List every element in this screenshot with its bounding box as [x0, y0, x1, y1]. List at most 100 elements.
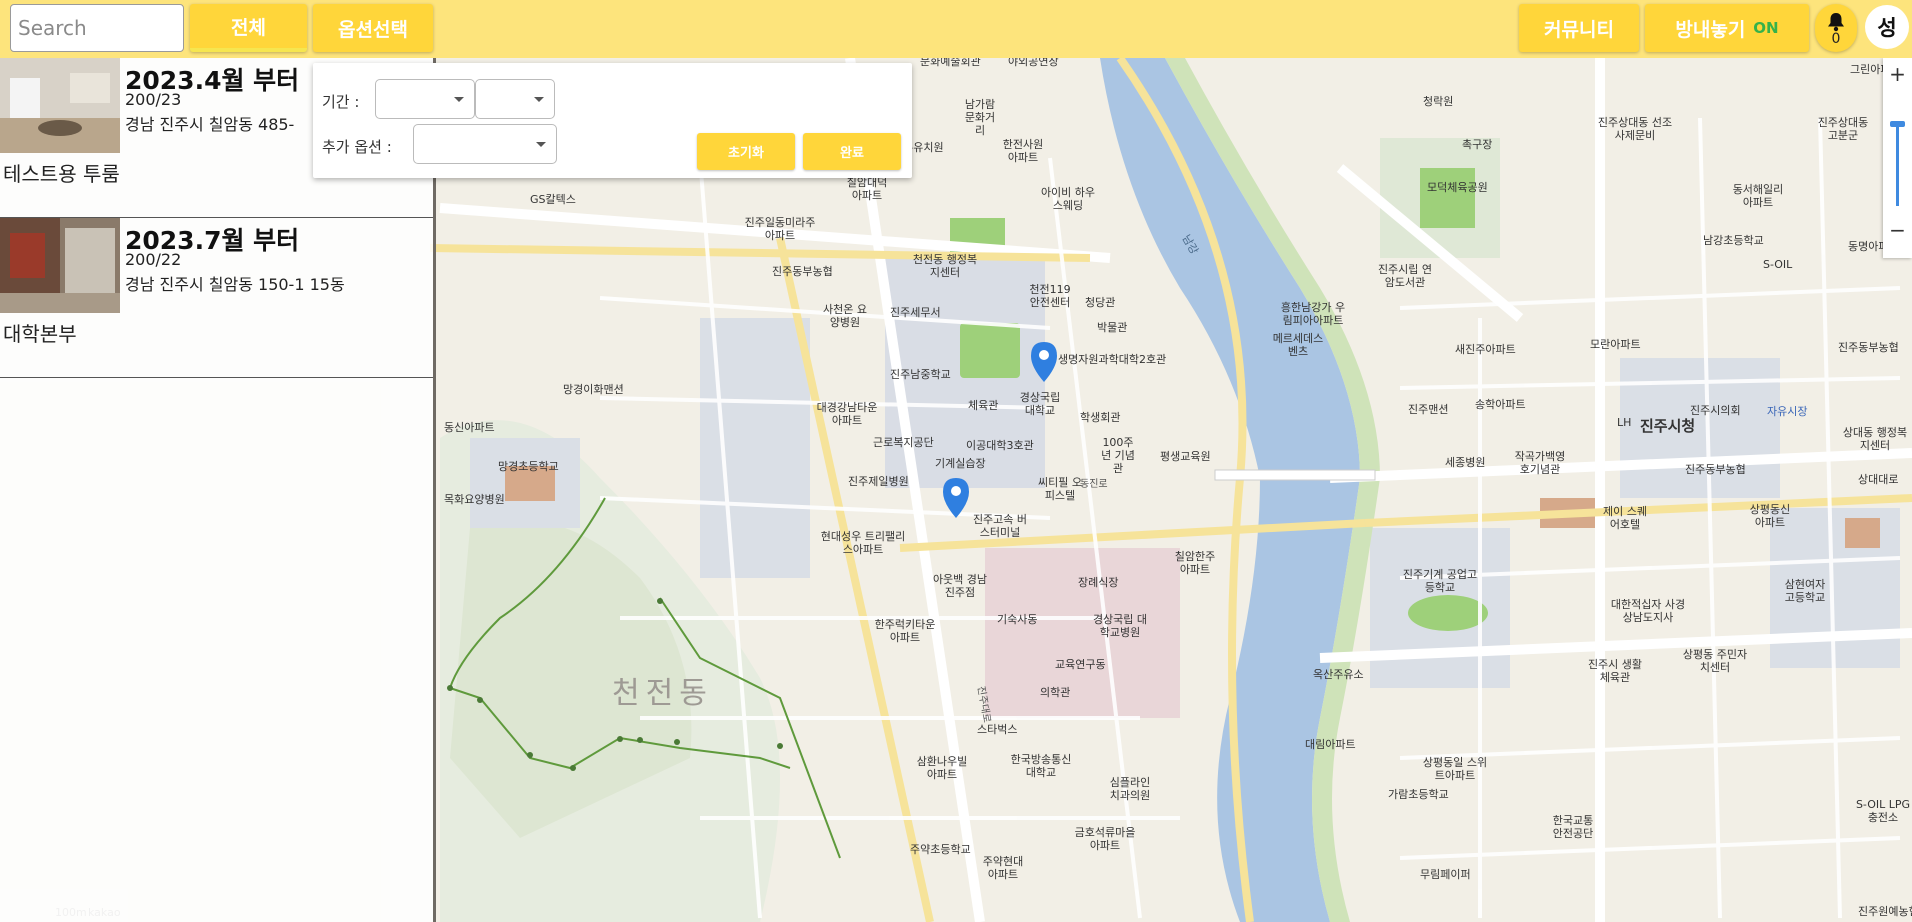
map-label: 세종병원 — [1445, 456, 1486, 469]
map-label: 진주시립 연암도서관 — [1377, 263, 1433, 289]
map-label: 기숙사동 — [997, 613, 1038, 626]
map-label: 사천온 요양병원 — [823, 303, 867, 329]
map-label: 모란아파트 — [1590, 338, 1641, 351]
map-label: GS칼텍스 — [530, 193, 576, 206]
map-label: 근로복지공단 — [873, 436, 934, 449]
map-label: 메르세데스 벤츠 — [1272, 332, 1324, 358]
map-label: 남강초등학교 — [1703, 234, 1764, 247]
map-label: 경상국립 대학교병원 — [1092, 613, 1148, 639]
listing-name: 테스트용 투룸 — [3, 162, 120, 186]
map-label: 대경강남타운 아파트 — [816, 401, 878, 427]
avatar[interactable]: 성 — [1865, 5, 1909, 49]
period-start-select[interactable] — [375, 79, 475, 119]
tab-all-label: 전체 — [231, 16, 266, 39]
listing-panel: 2023.4월 부터 200/23 경남 진주시 칠암동 485- 테스트용 투… — [0, 58, 435, 922]
map-label: 망경초등학교 — [498, 460, 559, 473]
listing-address: 경남 진주시 칠암동 485- — [125, 115, 295, 134]
map-label: 진주시 생활체육관 — [1587, 658, 1643, 684]
map-label: 진주상대동 고분군 — [1817, 116, 1869, 142]
map-label: 주약초등학교 — [910, 843, 971, 856]
map-label: 옥산주유소 — [1313, 668, 1364, 681]
chevron-down-icon — [454, 97, 464, 102]
done-button[interactable]: 완료 — [803, 133, 901, 170]
listing-item[interactable]: 2023.7월 부터 200/22 경남 진주시 칠암동 150-1 15동 대… — [0, 218, 433, 378]
map-label: 진주원예농협 — [1858, 905, 1912, 918]
map-label: 진주기계 공업고등학교 — [1402, 568, 1478, 594]
map-label: S-OIL — [1763, 258, 1793, 271]
map-label: 칠암한주 아파트 — [1174, 550, 1216, 576]
chevron-down-icon — [536, 142, 546, 147]
map-label: 모덕체육공원 — [1427, 181, 1488, 194]
map-label: 진주상대동 선조사제문비 — [1597, 116, 1673, 142]
extra-options-label: 추가 옵션 : — [322, 138, 392, 156]
map-label: 진주제일병원 — [848, 475, 909, 488]
map-label: 남가람 문화거리 — [964, 98, 996, 137]
map-label: 동서해일리 아파트 — [1732, 183, 1784, 209]
listing-photo — [0, 58, 120, 153]
map-label: 기계실습장 — [935, 457, 986, 470]
reset-button[interactable]: 초기화 — [697, 133, 795, 170]
tab-all[interactable]: 전체 — [190, 4, 307, 52]
map-label: 현대성우 트리팰리스아파트 — [820, 530, 906, 556]
community-label: 커뮤니티 — [1544, 18, 1614, 41]
map-label: 심플라인 치과의원 — [1109, 776, 1151, 802]
search-input[interactable] — [10, 4, 184, 52]
map-label: 경상국립 대학교 — [1019, 391, 1061, 417]
map-label: 스타벅스 — [977, 723, 1018, 736]
panel-divider[interactable] — [433, 58, 436, 922]
map-label: 천전동 행정복지센터 — [912, 253, 978, 279]
map-label: 송학아파트 — [1475, 398, 1526, 411]
map-label: 100주년 기념관 — [1101, 436, 1135, 475]
map-label: 진주시의회 — [1690, 404, 1741, 417]
bell-icon — [1828, 13, 1844, 32]
district-label: 천전동 — [612, 676, 713, 711]
map-label: 천전119 안전센터 — [1029, 283, 1071, 309]
top-bar: 전체 옵션선택 커뮤니티 방내놓기 ON 0 성 — [0, 0, 1912, 58]
map-label: 야외공연장 — [1008, 58, 1059, 68]
map-label: 아이비 하우스웨딩 — [1040, 186, 1096, 212]
extra-options-select[interactable] — [413, 124, 557, 164]
map-label: 상대동 행정복지센터 — [1842, 426, 1908, 452]
map-label: S-OIL LPG충전소 — [1855, 798, 1911, 824]
zoom-in-button[interactable]: + — [1883, 62, 1912, 86]
notification-button[interactable]: 0 — [1815, 4, 1857, 52]
filter-popup: 기간 : 추가 옵션 : 초기화 완료 — [313, 63, 912, 178]
map-label: 삼환나우빌 아파트 — [916, 755, 968, 781]
map-label: 학생회관 — [1080, 411, 1121, 424]
listing-price: 200/23 — [125, 90, 182, 109]
map-label: 상평동신 아파트 — [1749, 503, 1791, 529]
zoom-control: + − — [1883, 58, 1912, 258]
community-button[interactable]: 커뮤니티 — [1519, 4, 1639, 52]
map-label: 한전사원 아파트 — [1002, 138, 1044, 164]
chevron-down-icon — [534, 97, 544, 102]
map-label: 진주고속 버스터미널 — [972, 513, 1028, 539]
map-label: LH — [1617, 416, 1632, 429]
map-label: 대한적십자 사경상남도지사 — [1610, 598, 1686, 624]
map-label: 아웃백 경남진주점 — [932, 573, 988, 599]
map-label: 교육연구동 — [1055, 658, 1106, 671]
room-listing-button[interactable]: 방내놓기 ON — [1645, 4, 1809, 52]
zoom-out-button[interactable]: − — [1883, 218, 1912, 242]
map-label: 진주동부농협 — [772, 265, 833, 278]
map-label: 생명자원과학대학2호관 — [1058, 353, 1167, 366]
map-label: 청당관 — [1085, 296, 1116, 309]
map-label: 한국교통 안전공단 — [1552, 814, 1594, 840]
map-label: 진주동부농협 — [1685, 463, 1746, 476]
notification-count: 0 — [1831, 31, 1841, 47]
map-label: 새진주아파트 — [1455, 343, 1516, 356]
map-label: 한주럭키타운 아파트 — [874, 618, 936, 644]
map-label: 이공대학3호관 — [966, 439, 1034, 452]
tab-options[interactable]: 옵션선택 — [313, 4, 433, 52]
map-label: 청락원 — [1423, 95, 1454, 108]
zoom-slider-track[interactable] — [1896, 121, 1899, 206]
map-label: 박물관 — [1097, 321, 1128, 334]
map-label: 삼현여자 고등학교 — [1784, 578, 1826, 604]
map-label: 촉구장 — [1462, 138, 1493, 151]
map-label: 진주일동미라주 아파트 — [744, 216, 816, 242]
zoom-slider-handle[interactable] — [1890, 121, 1905, 127]
map-label: 상평동일 스위트아파트 — [1422, 756, 1488, 782]
room-listing-label: 방내놓기 — [1675, 18, 1746, 41]
map-label: 가람초등학교 — [1388, 788, 1449, 801]
map-label: 금호석류마을 아파트 — [1074, 826, 1136, 852]
period-end-select[interactable] — [475, 79, 555, 119]
